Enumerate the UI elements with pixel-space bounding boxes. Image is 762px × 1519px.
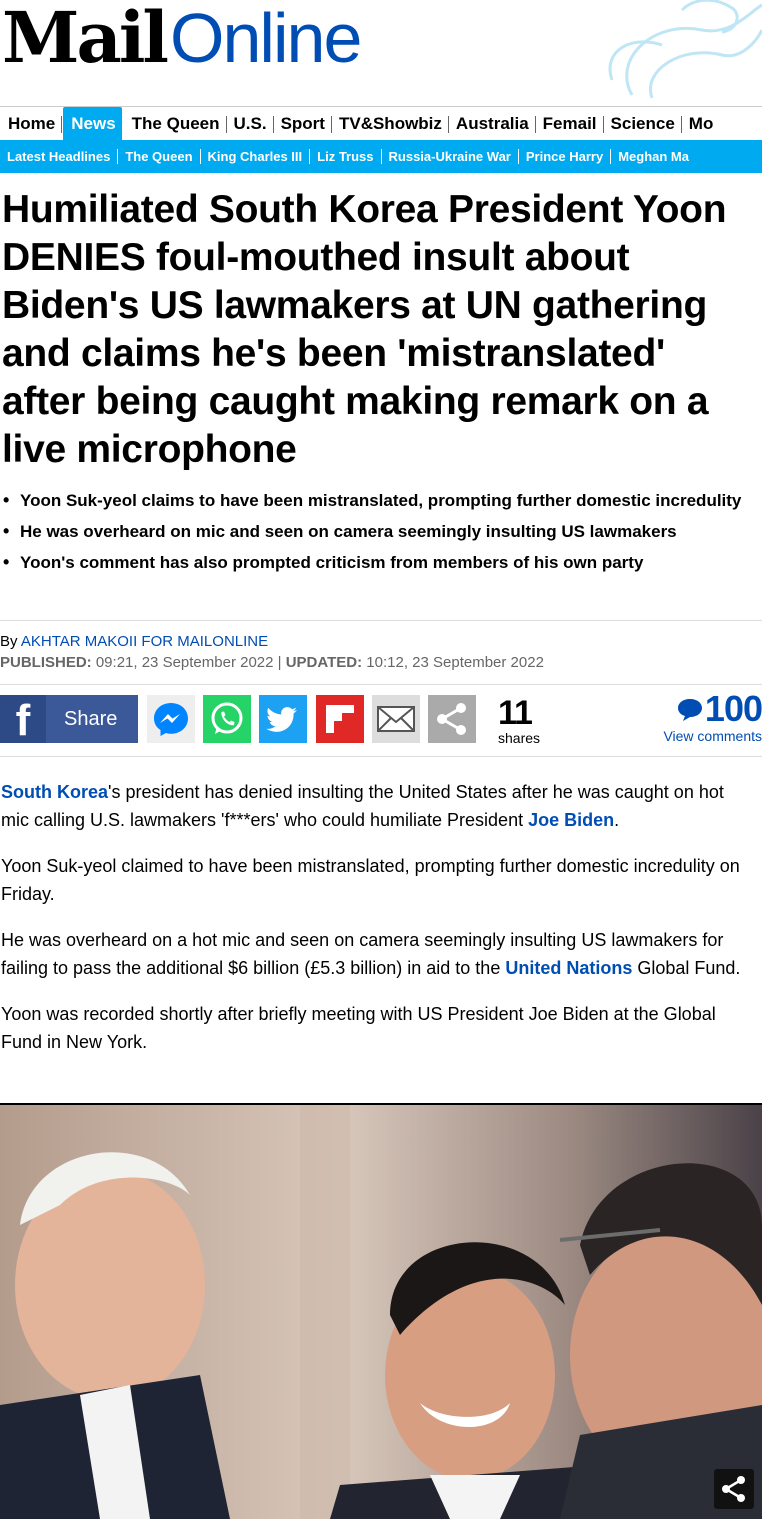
logo-mail: Mail (2, 0, 169, 79)
united-nations-link[interactable]: United Nations (505, 958, 632, 978)
article-headline: Humiliated South Korea President Yoon DE… (2, 188, 727, 471)
paragraph-text: Global Fund. (632, 958, 741, 978)
subnav-king-charles[interactable]: King Charles III (201, 149, 311, 164)
share-bar: f Share (0, 695, 762, 745)
view-comments-label[interactable]: View comments (663, 728, 762, 744)
photo-share-button[interactable] (714, 1469, 754, 1509)
publish-info: PUBLISHED: 09:21, 23 September 2022 | UP… (0, 653, 544, 673)
article-paragraph: Yoon Suk-yeol claimed to have been mistr… (1, 856, 740, 904)
article-summary-bullets: Yoon Suk-yeol claims to have been mistra… (0, 487, 760, 580)
email-icon (377, 706, 415, 732)
published-label: PUBLISHED: (0, 654, 92, 671)
subnav-liz-truss[interactable]: Liz Truss (310, 149, 382, 164)
whatsapp-share-button[interactable] (203, 695, 251, 743)
email-share-button[interactable] (372, 695, 420, 743)
facebook-share-button[interactable]: f Share (0, 695, 138, 745)
facebook-share-label: Share (64, 708, 118, 730)
share-icon (437, 703, 466, 735)
byline: By AKHTAR MAKOII FOR MAILONLINE (0, 632, 268, 652)
primary-nav: Home News The Queen U.S. Sport TV&Showbi… (0, 106, 762, 141)
nav-the-queen[interactable]: The Queen (124, 107, 227, 141)
twitter-share-button[interactable] (259, 695, 307, 743)
comment-bubble-icon (677, 699, 702, 721)
article-paragraph: South Korea's president has denied insul… (1, 778, 756, 834)
subnav-russia-ukraine[interactable]: Russia-Ukraine War (382, 149, 519, 164)
subnav-prince-harry[interactable]: Prince Harry (519, 149, 612, 164)
updated-date: 10:12, 23 September 2022 (362, 654, 544, 671)
comment-count: 100 (704, 688, 762, 729)
share-count-label: shares (498, 730, 541, 746)
joe-biden-link[interactable]: Joe Biden (528, 810, 614, 830)
nav-sport[interactable]: Sport (273, 107, 333, 141)
updated-label: UPDATED: (285, 654, 363, 671)
photo-illustration (0, 1105, 762, 1519)
subnav-the-queen[interactable]: The Queen (118, 149, 201, 164)
nav-australia[interactable]: Australia (448, 107, 536, 141)
nav-more[interactable]: Mo (681, 107, 720, 141)
south-korea-link[interactable]: South Korea (1, 782, 108, 802)
subnav-meghan[interactable]: Meghan Ma (611, 149, 696, 164)
secondary-nav: Latest Headlines The Queen King Charles … (0, 140, 762, 173)
twitter-icon (266, 707, 297, 732)
decorative-graphic (608, 0, 762, 99)
more-share-button[interactable] (428, 695, 476, 743)
divider (0, 620, 762, 621)
comments-link[interactable]: 100 View comments (663, 688, 762, 745)
logo-online: Online (170, 0, 362, 77)
nav-news[interactable]: News (63, 107, 122, 141)
facebook-icon: f (0, 695, 46, 745)
summary-bullet: He was overheard on mic and seen on came… (0, 518, 760, 545)
whatsapp-icon (211, 702, 243, 734)
divider (0, 684, 762, 685)
nav-home[interactable]: Home (0, 107, 63, 141)
article-photo[interactable] (0, 1103, 762, 1519)
messenger-share-button[interactable] (147, 695, 195, 743)
nav-science[interactable]: Science (603, 107, 683, 141)
byline-prefix: By (0, 633, 21, 650)
author-link[interactable]: AKHTAR MAKOII FOR MAILONLINE (21, 633, 268, 650)
masthead: MailOnline (0, 0, 762, 100)
article-paragraph: Yoon was recorded shortly after briefly … (1, 1004, 716, 1052)
published-date: 09:21, 23 September 2022 | (91, 654, 286, 671)
nav-us[interactable]: U.S. (226, 107, 274, 141)
share-count: 11 shares (498, 695, 558, 745)
share-icon (722, 1476, 745, 1502)
flipboard-share-button[interactable] (316, 695, 364, 743)
summary-bullet: Yoon Suk-yeol claims to have been mistra… (0, 487, 760, 514)
site-logo[interactable]: MailOnline (2, 0, 362, 79)
divider (0, 756, 762, 757)
messenger-icon (154, 703, 188, 736)
nav-tv-showbiz[interactable]: TV&Showbiz (331, 107, 449, 141)
flipboard-icon (326, 705, 354, 733)
share-count-number: 11 (498, 694, 533, 732)
paragraph-text: . (614, 810, 620, 830)
summary-bullet: Yoon's comment has also prompted critici… (0, 549, 760, 576)
nav-femail[interactable]: Femail (535, 107, 604, 141)
subnav-latest-headlines[interactable]: Latest Headlines (0, 149, 119, 164)
article-body: South Korea's president has denied insul… (1, 778, 756, 1074)
article-paragraph: He was overheard on a hot mic and seen o… (1, 926, 756, 982)
